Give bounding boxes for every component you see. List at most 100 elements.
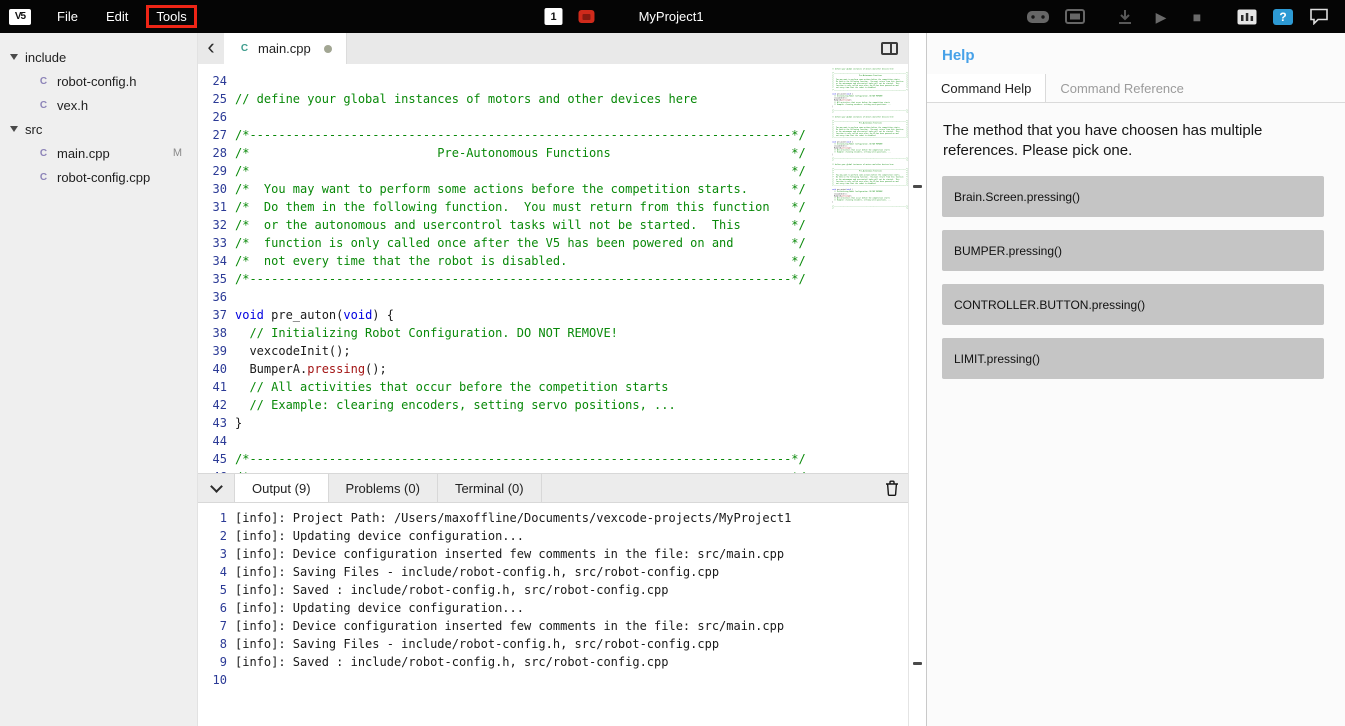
minimap[interactable]: // define your global instances of motor…: [832, 64, 908, 473]
help-options: Brain.Screen.pressing() BUMPER.pressing()…: [927, 173, 1345, 392]
cpp-file-icon: C: [37, 99, 50, 112]
tree-folder-include[interactable]: include: [0, 45, 197, 69]
output-line: 8[info]: Saving Files - include/robot-co…: [198, 635, 908, 653]
panel-tabbar: Output (9)Problems (0)Terminal (0): [198, 473, 908, 503]
code-line: 25// define your global instances of mot…: [198, 90, 832, 108]
help-tab-command-reference[interactable]: Command Reference: [1046, 74, 1198, 102]
line-number: 32: [198, 216, 235, 234]
line-number: 43: [198, 414, 235, 432]
output-text: [info]: Updating device configuration...: [235, 599, 524, 617]
tree-file-vex.h[interactable]: Cvex.h: [0, 93, 197, 117]
output-text: [info]: Saving Files - include/robot-con…: [235, 563, 719, 581]
output-content[interactable]: 1[info]: Project Path: /Users/maxoffline…: [198, 503, 908, 726]
code-token: }: [235, 416, 242, 430]
code-line: 38 // Initializing Robot Configuration. …: [198, 324, 832, 342]
line-number: 10: [198, 671, 235, 689]
code-token: vexcodeInit();: [235, 344, 351, 358]
help-option-button[interactable]: Brain.Screen.pressing(): [942, 176, 1324, 217]
tree-file-robot-config.cpp[interactable]: Crobot-config.cpp: [0, 165, 197, 189]
code-line: 31/* Do them in the following function. …: [198, 198, 832, 216]
slot-badge[interactable]: 1: [545, 8, 563, 25]
code-text: /* function is only called once after th…: [235, 234, 806, 252]
back-button[interactable]: ‹: [198, 33, 224, 64]
minimap-line: /* */: [832, 207, 908, 209]
menubar: V5 FileEditTools 1 MyProject1 ▶ ■ ?: [0, 0, 1345, 33]
code-text: void pre_auton(void) {: [235, 306, 394, 324]
help-tab-command-help[interactable]: Command Help: [927, 74, 1046, 102]
controller-icon[interactable]: [1027, 7, 1049, 27]
disclosure-triangle-icon[interactable]: [10, 54, 18, 60]
code-text: /* */: [235, 162, 806, 180]
minimap-line: /*--------------------------------------…: [832, 185, 908, 187]
tree-file-robot-config.h[interactable]: Crobot-config.h: [0, 69, 197, 93]
line-number: 44: [198, 432, 235, 450]
tree-item-label: robot-config.cpp: [57, 170, 150, 185]
tab-terminal[interactable]: Terminal (0): [438, 474, 542, 502]
disclosure-triangle-icon[interactable]: [10, 126, 18, 132]
line-number: 26: [198, 108, 235, 126]
line-number: 34: [198, 252, 235, 270]
clear-output-button[interactable]: [885, 474, 899, 502]
tree-file-main.cpp[interactable]: Cmain.cppM: [0, 141, 197, 165]
brain-screen-icon[interactable]: [1065, 7, 1085, 27]
line-number: 1: [198, 509, 235, 527]
line-number: 3: [198, 545, 235, 563]
output-text: [info]: Device configuration inserted fe…: [235, 617, 784, 635]
download-icon[interactable]: [1115, 7, 1135, 27]
output-line: 6[info]: Updating device configuration..…: [198, 599, 908, 617]
console-icon[interactable]: [1237, 7, 1257, 27]
help-option-button[interactable]: CONTROLLER.BUTTON.pressing(): [942, 284, 1324, 325]
tree-item-label: main.cpp: [57, 146, 110, 161]
code-token: /* function is only called once after th…: [235, 236, 806, 250]
collapse-panel-button[interactable]: [198, 474, 234, 502]
code-line: 30/* You may want to perform some action…: [198, 180, 832, 198]
code-token: ();: [365, 362, 387, 376]
output-line: 9[info]: Saved : include/robot-config.h,…: [198, 653, 908, 671]
line-number: 36: [198, 288, 235, 306]
stop-icon[interactable]: ■: [1187, 7, 1207, 27]
menu-edit[interactable]: Edit: [96, 5, 138, 28]
help-option-button[interactable]: BUMPER.pressing(): [942, 230, 1324, 271]
editor-tab-main-cpp[interactable]: C main.cpp: [224, 33, 347, 64]
brain-status-icon[interactable]: [579, 10, 595, 23]
toolbar-icons: ▶ ■ ?: [1027, 7, 1345, 27]
output-line: 5[info]: Saved : include/robot-config.h,…: [198, 581, 908, 599]
code-text: // Initializing Robot Configuration. DO …: [235, 324, 618, 342]
project-title[interactable]: MyProject1: [639, 9, 704, 24]
output-text: [info]: Updating device configuration...: [235, 527, 524, 545]
editor-scrollbar-thumb[interactable]: [913, 185, 922, 188]
minimap-line: /*--------------------------------------…: [832, 89, 908, 91]
code-line: 28/* Pre-Autonomous Functions */: [198, 144, 832, 162]
code-line: 33/* function is only called once after …: [198, 234, 832, 252]
code-token: /* You may want to perform some actions …: [235, 182, 806, 196]
code-token: // Example: clearing encoders, setting s…: [235, 398, 676, 412]
split-editor-icon[interactable]: [881, 42, 898, 55]
minimap-content: // define your global instances of motor…: [832, 66, 908, 210]
tab-problems[interactable]: Problems (0): [329, 474, 438, 502]
main-area: includeCrobot-config.hCvex.hsrcCmain.cpp…: [0, 33, 1345, 726]
output-scrollbar-thumb[interactable]: [913, 662, 922, 665]
tab-output[interactable]: Output (9): [234, 474, 329, 502]
vexcode-window: V5 FileEditTools 1 MyProject1 ▶ ■ ?: [0, 0, 1345, 726]
tree-folder-src[interactable]: src: [0, 117, 197, 141]
code-token: pressing: [307, 362, 365, 376]
chat-icon[interactable]: [1309, 7, 1329, 27]
menu-tools[interactable]: Tools: [146, 5, 196, 28]
help-option-button[interactable]: LIMIT.pressing(): [942, 338, 1324, 379]
menu-file[interactable]: File: [47, 5, 88, 28]
file-explorer: includeCrobot-config.hCvex.hsrcCmain.cpp…: [0, 33, 197, 726]
help-icon[interactable]: ?: [1273, 9, 1293, 25]
line-number: 31: [198, 198, 235, 216]
line-number: 5: [198, 581, 235, 599]
code-line: 39 vexcodeInit();: [198, 342, 832, 360]
output-line: 2[info]: Updating device configuration..…: [198, 527, 908, 545]
line-number: 45: [198, 450, 235, 468]
play-icon[interactable]: ▶: [1151, 7, 1171, 27]
code-text: /*--------------------------------------…: [235, 126, 806, 144]
minimap-line: /*--------------------------------------…: [832, 137, 908, 139]
output-text: [info]: Project Path: /Users/maxoffline/…: [235, 509, 791, 527]
code-line: 24: [198, 72, 832, 90]
editor-column: ‹ C main.cpp 2425// define your global i…: [197, 33, 926, 726]
code-content[interactable]: 2425// define your global instances of m…: [198, 64, 832, 473]
line-number: 29: [198, 162, 235, 180]
